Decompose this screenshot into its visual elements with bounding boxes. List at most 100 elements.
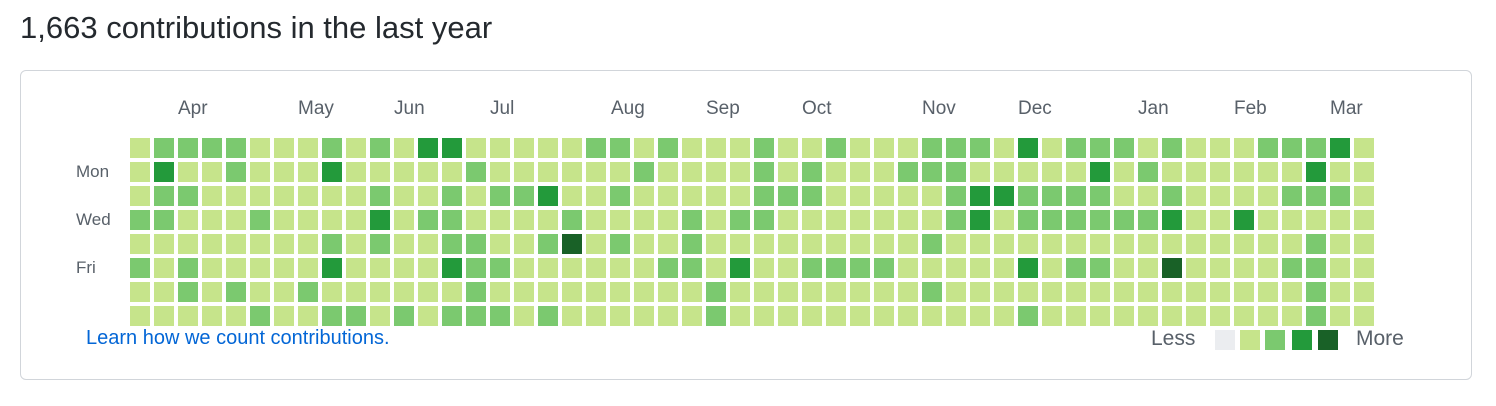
contribution-cell[interactable] <box>1138 258 1158 278</box>
contribution-cell[interactable] <box>1162 210 1182 230</box>
contribution-cell[interactable] <box>418 258 438 278</box>
contribution-cell[interactable] <box>178 186 198 206</box>
contribution-cell[interactable] <box>586 306 606 326</box>
contribution-cell[interactable] <box>1210 162 1230 182</box>
contribution-cell[interactable] <box>130 282 150 302</box>
contribution-cell[interactable] <box>874 258 894 278</box>
contribution-cell[interactable] <box>1234 162 1254 182</box>
contribution-cell[interactable] <box>682 186 702 206</box>
contribution-cell[interactable] <box>1042 186 1062 206</box>
contribution-cell[interactable] <box>1042 210 1062 230</box>
contribution-cell[interactable] <box>1186 306 1206 326</box>
contribution-cell[interactable] <box>274 258 294 278</box>
contribution-cell[interactable] <box>466 186 486 206</box>
contribution-cell[interactable] <box>130 210 150 230</box>
contribution-cell[interactable] <box>1186 138 1206 158</box>
contribution-cell[interactable] <box>346 210 366 230</box>
contribution-cell[interactable] <box>130 138 150 158</box>
contribution-cell[interactable] <box>802 234 822 254</box>
contribution-cell[interactable] <box>298 162 318 182</box>
contribution-cell[interactable] <box>370 306 390 326</box>
contribution-cell[interactable] <box>970 306 990 326</box>
contribution-cell[interactable] <box>1138 306 1158 326</box>
contribution-cell[interactable] <box>1282 306 1302 326</box>
contribution-cell[interactable] <box>226 138 246 158</box>
contribution-cell[interactable] <box>874 234 894 254</box>
contribution-cell[interactable] <box>178 306 198 326</box>
contribution-cell[interactable] <box>298 210 318 230</box>
contribution-cell[interactable] <box>250 306 270 326</box>
contribution-cell[interactable] <box>1114 306 1134 326</box>
contribution-cell[interactable] <box>946 306 966 326</box>
contribution-cell[interactable] <box>202 234 222 254</box>
contribution-cell[interactable] <box>994 162 1014 182</box>
contribution-cell[interactable] <box>274 282 294 302</box>
contribution-cell[interactable] <box>802 138 822 158</box>
contribution-cell[interactable] <box>274 306 294 326</box>
contribution-cell[interactable] <box>754 282 774 302</box>
contribution-cell[interactable] <box>658 234 678 254</box>
contribution-cell[interactable] <box>394 162 414 182</box>
contribution-cell[interactable] <box>682 306 702 326</box>
contribution-cell[interactable] <box>250 186 270 206</box>
contribution-cell[interactable] <box>1042 258 1062 278</box>
contribution-cell[interactable] <box>154 186 174 206</box>
contribution-cell[interactable] <box>1306 138 1326 158</box>
contribution-cell[interactable] <box>250 210 270 230</box>
contribution-cell[interactable] <box>490 234 510 254</box>
contribution-cell[interactable] <box>1186 258 1206 278</box>
contribution-cell[interactable] <box>634 210 654 230</box>
contribution-cell[interactable] <box>1042 306 1062 326</box>
contribution-cell[interactable] <box>370 186 390 206</box>
contribution-cell[interactable] <box>178 210 198 230</box>
contribution-cell[interactable] <box>418 186 438 206</box>
contribution-cell[interactable] <box>898 234 918 254</box>
contribution-cell[interactable] <box>322 210 342 230</box>
contribution-cell[interactable] <box>514 162 534 182</box>
contribution-cell[interactable] <box>1330 138 1350 158</box>
contribution-cell[interactable] <box>778 234 798 254</box>
contribution-cell[interactable] <box>322 282 342 302</box>
contribution-cell[interactable] <box>1114 138 1134 158</box>
contribution-cell[interactable] <box>298 258 318 278</box>
contribution-cell[interactable] <box>394 186 414 206</box>
contribution-cell[interactable] <box>1234 186 1254 206</box>
contribution-cell[interactable] <box>1330 306 1350 326</box>
contribution-cell[interactable] <box>1306 210 1326 230</box>
contribution-cell[interactable] <box>178 234 198 254</box>
contribution-cell[interactable] <box>514 234 534 254</box>
contribution-cell[interactable] <box>1354 306 1374 326</box>
contribution-cell[interactable] <box>1090 258 1110 278</box>
contribution-cell[interactable] <box>1114 234 1134 254</box>
contribution-cell[interactable] <box>970 162 990 182</box>
contribution-cell[interactable] <box>370 210 390 230</box>
contribution-cell[interactable] <box>802 306 822 326</box>
contribution-cell[interactable] <box>658 138 678 158</box>
contribution-cell[interactable] <box>466 162 486 182</box>
contribution-cell[interactable] <box>730 162 750 182</box>
contribution-cell[interactable] <box>658 162 678 182</box>
contribution-cell[interactable] <box>874 162 894 182</box>
contribution-cell[interactable] <box>1138 210 1158 230</box>
contribution-cell[interactable] <box>226 306 246 326</box>
contribution-cell[interactable] <box>202 186 222 206</box>
contribution-cell[interactable] <box>1330 282 1350 302</box>
contribution-cell[interactable] <box>466 282 486 302</box>
contribution-cell[interactable] <box>1258 210 1278 230</box>
contribution-cell[interactable] <box>514 306 534 326</box>
contribution-cell[interactable] <box>730 258 750 278</box>
contribution-cell[interactable] <box>1186 234 1206 254</box>
contribution-cell[interactable] <box>346 138 366 158</box>
contribution-cell[interactable] <box>658 186 678 206</box>
contribution-cell[interactable] <box>202 162 222 182</box>
contribution-cell[interactable] <box>874 210 894 230</box>
contribution-cell[interactable] <box>130 234 150 254</box>
contribution-cell[interactable] <box>586 162 606 182</box>
contribution-cell[interactable] <box>1258 186 1278 206</box>
contribution-cell[interactable] <box>1042 282 1062 302</box>
contribution-cell[interactable] <box>274 138 294 158</box>
contribution-cell[interactable] <box>226 282 246 302</box>
contribution-cell[interactable] <box>346 258 366 278</box>
contribution-cell[interactable] <box>490 138 510 158</box>
contribution-cell[interactable] <box>442 210 462 230</box>
